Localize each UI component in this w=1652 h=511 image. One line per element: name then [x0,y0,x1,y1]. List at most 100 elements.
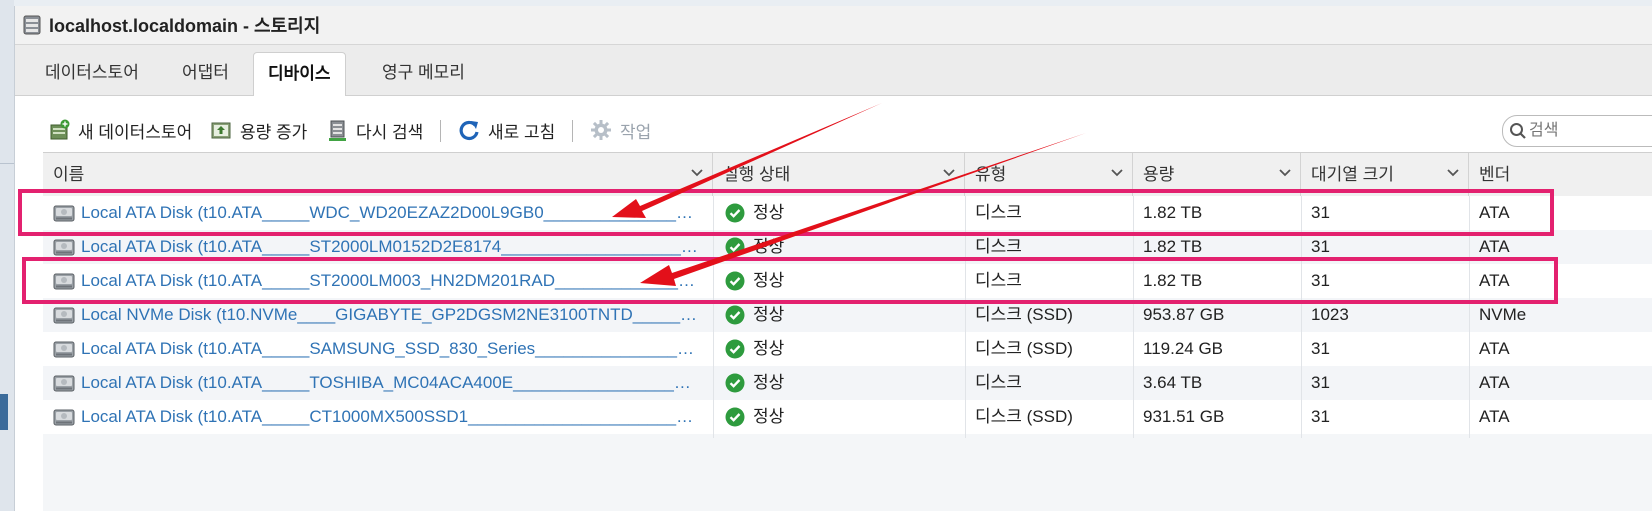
cell-type: 디스크 (SSD) [975,407,1073,426]
cell-vendor: ATA [1479,373,1510,392]
toolbar-separator [440,120,441,142]
check-circle-icon [725,305,745,325]
refresh-label: 새로 고침 [488,122,556,142]
tab-persistent-memory[interactable]: 영구 메모리 [368,52,479,94]
rescan-label: 다시 검색 [356,122,424,142]
rescan-icon [329,120,346,141]
title-bar: localhost.localdomain - 스토리지 [15,6,1652,45]
column-header-queue-depth[interactable]: 대기열 크기 [1301,153,1469,197]
actions-button[interactable]: 작업 [590,112,651,148]
cell-type: 디스크 (SSD) [975,305,1073,324]
column-header-label: 이름 [53,165,85,184]
cell-name: Local NVMe Disk (t10.NVMe____GIGABYTE_GP… [43,298,713,332]
actions-label: 작업 [620,122,652,142]
increase-capacity-label: 용량 증가 [240,122,308,142]
column-header-type[interactable]: 유형 [965,153,1133,197]
cell-status: 정상 [713,332,965,366]
increase-capacity-icon [211,122,231,139]
tab-datastores[interactable]: 데이터스토어 [31,52,153,94]
table-row[interactable]: Local ATA Disk (t10.ATA_____SAMSUNG_SSD_… [43,332,1652,366]
status-text: 정상 [753,407,785,426]
search-box[interactable] [1502,115,1652,147]
gear-icon [591,120,611,140]
cell-vendor: ATA [1479,203,1510,222]
cell-name: Local ATA Disk (t10.ATA_____ST2000LM003_… [43,264,713,298]
device-name-link[interactable]: Local ATA Disk (t10.ATA_____ST2000LM0152… [81,230,699,264]
toolbar: 새 데이터스토어 용량 증가 다시 검색 새로 고침 작업 검색 [30,112,1652,148]
column-header-label: 용량 [1143,165,1175,184]
tab-adapters[interactable]: 어댑터 [168,52,243,94]
column-divider [1133,196,1134,438]
column-divider [1301,196,1302,438]
cell-queue: 31 [1311,373,1330,392]
column-header-label: 유형 [975,165,1007,184]
search-icon [1510,123,1526,139]
column-divider [965,196,966,438]
check-circle-icon [725,271,745,291]
table-row[interactable]: Local ATA Disk (t10.ATA_____CT1000MX500S… [43,400,1652,434]
cell-status: 정상 [713,230,965,264]
devices-table: 이름 실행 상태 유형 용량 대기열 크기 벤더 Local ATA Disk … [43,152,1652,511]
device-name-link[interactable]: Local ATA Disk (t10.ATA_____CT1000MX500S… [81,400,699,434]
status-text: 정상 [753,373,785,392]
cell-capacity: 3.64 TB [1143,373,1203,392]
column-header-vendor[interactable]: 벤더 [1469,153,1652,197]
search-input[interactable] [1527,121,1651,141]
storage-icon [23,15,41,35]
increase-capacity-button[interactable]: 용량 증가 [210,112,307,148]
status-text: 정상 [753,237,785,256]
cell-vendor: ATA [1479,237,1510,256]
table-row[interactable]: Local ATA Disk (t10.ATA_____WDC_WD20EZAZ… [43,196,1652,230]
column-divider [713,196,714,438]
cell-capacity: 931.51 GB [1143,407,1225,426]
cell-name: Local ATA Disk (t10.ATA_____TOSHIBA_MC04… [43,366,713,400]
toolbar-separator [572,120,573,142]
cell-capacity: 119.24 GB [1143,339,1224,358]
add-datastore-icon [50,119,70,140]
table-header: 이름 실행 상태 유형 용량 대기열 크기 벤더 [43,152,1652,198]
left-panel-divider [0,163,14,164]
left-panel-selection-marker [0,394,8,430]
cell-type: 디스크 [975,271,1022,290]
refresh-icon [459,120,479,141]
cell-status: 정상 [713,264,965,298]
column-header-status[interactable]: 실행 상태 [713,153,965,197]
refresh-button[interactable]: 새로 고침 [458,112,555,148]
column-header-label: 벤더 [1479,165,1511,184]
tab-devices[interactable]: 디바이스 [253,52,346,96]
cell-status: 정상 [713,196,965,230]
table-row[interactable]: Local ATA Disk (t10.ATA_____ST2000LM0152… [43,230,1652,264]
device-name-link[interactable]: Local ATA Disk (t10.ATA_____SAMSUNG_SSD_… [81,332,699,366]
cell-queue: 31 [1311,339,1330,358]
device-name-link[interactable]: Local ATA Disk (t10.ATA_____TOSHIBA_MC04… [81,366,699,400]
cell-capacity: 1.82 TB [1143,237,1203,256]
cell-capacity: 1.82 TB [1143,203,1203,222]
tab-bar: 데이터스토어 어댑터 디바이스 영구 메모리 [15,45,1652,96]
cell-name: Local ATA Disk (t10.ATA_____SAMSUNG_SSD_… [43,332,713,366]
disk-icon [53,273,75,290]
table-row[interactable]: Local ATA Disk (t10.ATA_____ST2000LM003_… [43,264,1652,298]
rescan-button[interactable]: 다시 검색 [328,112,423,148]
table-row[interactable]: Local NVMe Disk (t10.NVMe____GIGABYTE_GP… [43,298,1652,332]
device-name-link[interactable]: Local NVMe Disk (t10.NVMe____GIGABYTE_GP… [81,298,699,332]
cell-capacity: 1.82 TB [1143,271,1203,290]
cell-vendor: ATA [1479,271,1510,290]
column-header-label: 실행 상태 [723,165,791,184]
column-header-name[interactable]: 이름 [43,153,713,197]
status-text: 정상 [753,203,785,222]
cell-type: 디스크 [975,237,1022,256]
table-row[interactable]: Local ATA Disk (t10.ATA_____TOSHIBA_MC04… [43,366,1652,400]
device-name-link[interactable]: Local ATA Disk (t10.ATA_____ST2000LM003_… [81,264,699,298]
new-datastore-button[interactable]: 새 데이터스토어 [48,112,192,148]
disk-icon [53,341,75,358]
column-header-capacity[interactable]: 용량 [1133,153,1301,197]
check-circle-icon [725,373,745,393]
chevron-down-icon [1279,169,1291,177]
cell-name: Local ATA Disk (t10.ATA_____ST2000LM0152… [43,230,713,264]
check-circle-icon [725,203,745,223]
cell-name: Local ATA Disk (t10.ATA_____CT1000MX500S… [43,400,713,434]
cell-status: 정상 [713,298,965,332]
device-name-link[interactable]: Local ATA Disk (t10.ATA_____WDC_WD20EZAZ… [81,196,699,230]
cell-vendor: ATA [1479,407,1510,426]
cell-status: 정상 [713,400,965,434]
